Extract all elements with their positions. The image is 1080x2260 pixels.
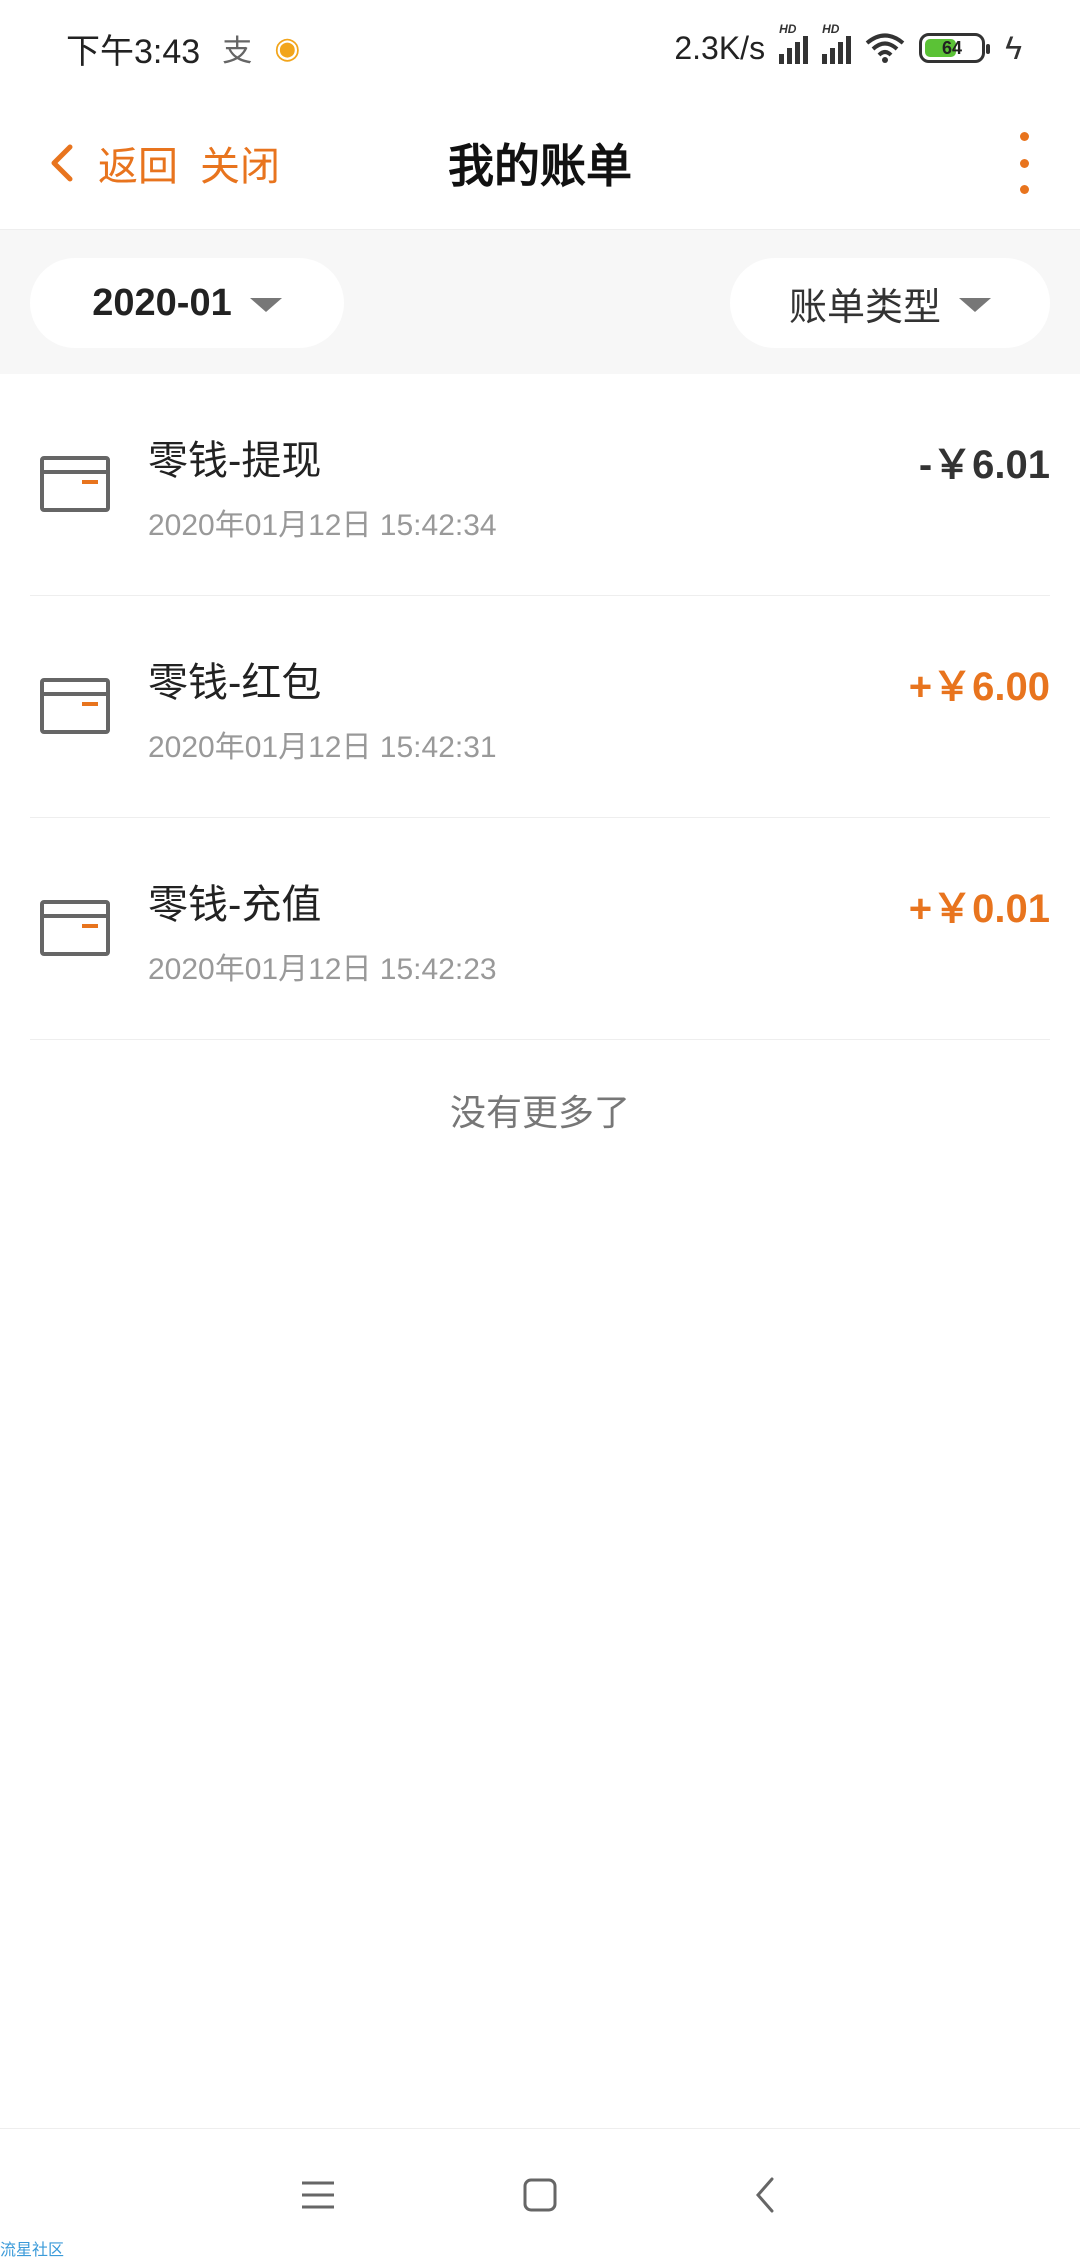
bill-time: 2020年01月12日 15:42:23 bbox=[148, 953, 497, 986]
bill-list: 零钱-提现 2020年01月12日 15:42:34 -￥6.01 零钱-红包 … bbox=[0, 374, 1080, 1040]
chevron-down-icon bbox=[249, 298, 282, 312]
hd-label-2: HD bbox=[822, 22, 840, 36]
month-filter-label: 2020-01 bbox=[92, 281, 232, 324]
bill-row[interactable]: 零钱-红包 2020年01月12日 15:42:31 +￥6.00 bbox=[30, 596, 1050, 818]
signal-icon-2: HD bbox=[822, 22, 852, 64]
battery-level: 64 bbox=[942, 37, 963, 58]
bill-title: 零钱-红包 bbox=[148, 661, 322, 705]
bill-type-filter-button[interactable]: 账单类型 bbox=[730, 258, 1050, 348]
system-nav-bar: 流星社区 bbox=[0, 2128, 1080, 2260]
status-right: 2.3K/s HD HD 64 ϟ bbox=[674, 22, 1022, 67]
watermark: 流星社区 bbox=[0, 2242, 65, 2259]
home-icon[interactable] bbox=[518, 2173, 562, 2217]
bill-amount: +￥6.00 bbox=[908, 665, 1050, 709]
bill-row[interactable]: 零钱-提现 2020年01月12日 15:42:34 -￥6.01 bbox=[30, 374, 1050, 596]
more-options-icon[interactable] bbox=[1012, 132, 1036, 194]
signal-icon: HD bbox=[779, 22, 809, 64]
battery-icon: 64 bbox=[919, 33, 991, 63]
nav-bar: 返回 关闭 我的账单 bbox=[0, 96, 1080, 230]
hd-label: HD bbox=[779, 22, 797, 36]
wifi-icon bbox=[865, 33, 905, 63]
system-back-icon[interactable] bbox=[744, 2173, 788, 2217]
bill-time: 2020年01月12日 15:42:31 bbox=[148, 731, 497, 764]
no-more-text: 没有更多了 bbox=[449, 1092, 630, 1133]
status-left: 下午3:43 支 ◉ bbox=[66, 24, 300, 73]
page-title: 我的账单 bbox=[448, 139, 632, 192]
app-notification-icon: ◉ bbox=[274, 31, 301, 65]
wallet-icon bbox=[40, 456, 110, 512]
month-filter-button[interactable]: 2020-01 bbox=[30, 258, 344, 348]
menu-icon[interactable] bbox=[296, 2173, 340, 2217]
chevron-down-icon bbox=[959, 298, 991, 312]
nav-left: 返回 关闭 bbox=[46, 96, 280, 230]
wallet-icon bbox=[40, 900, 110, 956]
bill-row[interactable]: 零钱-充值 2020年01月12日 15:42:23 +￥0.01 bbox=[30, 818, 1050, 1040]
bill-type-filter-label: 账单类型 bbox=[788, 286, 941, 329]
bill-amount: +￥0.01 bbox=[908, 887, 1050, 931]
status-bar: 下午3:43 支 ◉ 2.3K/s HD HD 64 ϟ bbox=[0, 0, 1080, 96]
close-button[interactable]: 关闭 bbox=[200, 134, 280, 192]
alipay-icon: 支 bbox=[222, 35, 253, 68]
network-speed: 2.3K/s bbox=[674, 29, 766, 66]
charging-icon: ϟ bbox=[1005, 29, 1022, 66]
bill-title: 零钱-充值 bbox=[148, 883, 322, 927]
back-arrow-icon[interactable] bbox=[46, 143, 76, 183]
bill-time: 2020年01月12日 15:42:34 bbox=[148, 509, 497, 542]
filter-bar: 2020-01 账单类型 bbox=[0, 230, 1080, 374]
status-time: 下午3:43 bbox=[66, 32, 201, 71]
wallet-icon bbox=[40, 678, 110, 734]
back-button[interactable]: 返回 bbox=[98, 134, 178, 192]
bill-amount: -￥6.01 bbox=[918, 443, 1050, 487]
bill-title: 零钱-提现 bbox=[148, 439, 322, 483]
bill-page: 下午3:43 支 ◉ 2.3K/s HD HD 64 ϟ 返回 关闭 我的账单 … bbox=[0, 0, 1080, 2260]
